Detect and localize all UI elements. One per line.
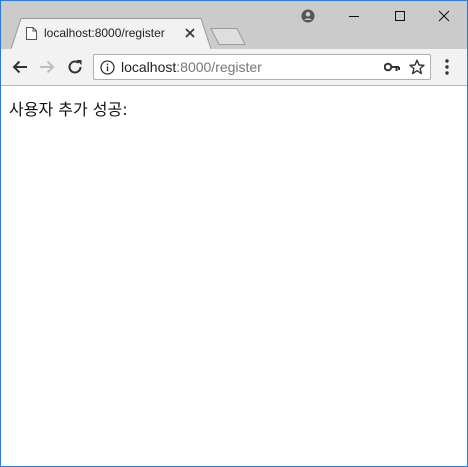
tab-strip: localhost:8000/register [1, 1, 467, 49]
browser-toolbar: localhost:8000/register [1, 49, 467, 86]
maximize-button[interactable] [377, 1, 423, 31]
close-window-button[interactable] [421, 1, 467, 31]
forward-arrow-icon[interactable] [37, 57, 57, 77]
minimize-button[interactable] [331, 1, 377, 31]
url-host: localhost [121, 59, 177, 75]
page-content: 사용자 추가 성공: [1, 87, 467, 466]
address-bar[interactable]: localhost:8000/register [93, 54, 431, 80]
profile-button[interactable] [285, 1, 331, 31]
bookmark-star-icon[interactable] [409, 59, 425, 75]
key-icon[interactable] [384, 61, 400, 73]
success-message: 사용자 추가 성공: [9, 100, 128, 119]
reload-icon[interactable] [65, 57, 85, 77]
new-tab-button[interactable] [210, 28, 246, 45]
page-icon [26, 27, 37, 40]
maximize-icon [395, 11, 405, 21]
tab-close-icon[interactable] [184, 27, 196, 39]
browser-window: localhost:8000/register localhost:8000/r… [0, 0, 468, 467]
menu-dots-icon[interactable] [444, 58, 450, 76]
url-path: :8000/register [176, 59, 262, 75]
minimize-icon [349, 16, 359, 17]
url-text[interactable]: localhost:8000/register [121, 59, 262, 75]
info-icon[interactable] [100, 60, 115, 75]
close-icon [438, 10, 450, 22]
back-arrow-icon[interactable] [10, 57, 30, 77]
tab-title: localhost:8000/register [44, 26, 165, 40]
account-icon [301, 9, 315, 23]
